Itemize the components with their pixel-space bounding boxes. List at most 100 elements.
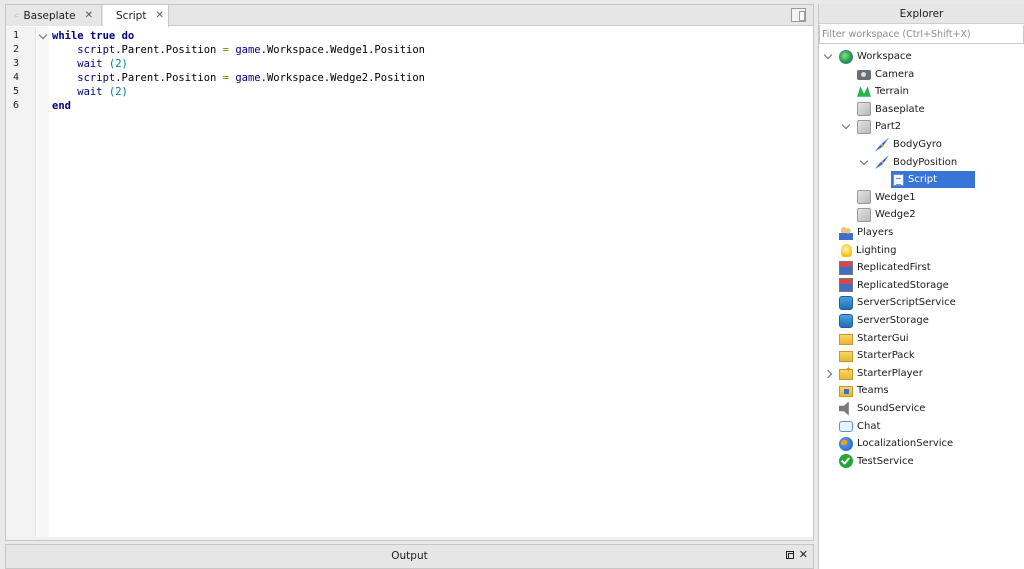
explorer-item-workspace[interactable]: Workspace bbox=[837, 48, 912, 65]
chevron-down-icon[interactable] bbox=[859, 156, 869, 165]
undock-icon[interactable] bbox=[786, 551, 794, 559]
scripticon-icon bbox=[893, 173, 904, 186]
explorer-item-bodyposition[interactable]: BodyPosition bbox=[873, 154, 957, 171]
explorer-title: Explorer bbox=[819, 4, 1024, 24]
explorer-item-chat[interactable]: Chat bbox=[837, 418, 880, 435]
close-icon[interactable]: ✕ bbox=[85, 10, 93, 21]
explorer-item-wedge2[interactable]: Wedge2 bbox=[855, 206, 916, 223]
explorer-item-starterplayer[interactable]: StarterPlayer bbox=[837, 365, 923, 382]
explorer-item-localizationservice[interactable]: LocalizationService bbox=[837, 435, 953, 452]
explorer-item-label: Wedge1 bbox=[875, 191, 916, 203]
chevron-right-icon[interactable] bbox=[823, 369, 833, 379]
explorer-item-bodygyro[interactable]: BodyGyro bbox=[873, 136, 942, 153]
rocket-icon bbox=[875, 137, 889, 152]
explorer-item-label: TestService bbox=[857, 455, 914, 467]
folder-star-icon bbox=[839, 365, 853, 380]
fold-column bbox=[37, 27, 49, 540]
restore-window-icon[interactable] bbox=[791, 8, 806, 22]
code-line[interactable]: wait (2) bbox=[52, 85, 128, 99]
code-token: end bbox=[52, 100, 71, 112]
explorer-item-label: ReplicatedStorage bbox=[857, 279, 949, 291]
part-icon bbox=[857, 119, 871, 134]
tab-label: Script bbox=[116, 10, 147, 22]
rocket-icon bbox=[875, 155, 889, 170]
explorer-item-label: Terrain bbox=[875, 86, 909, 98]
explorer-item-label: Script bbox=[908, 174, 938, 186]
code-token: .Parent.Position bbox=[115, 72, 223, 84]
explorer-panel: Explorer Workspace Camera Terrain Baseplate… bbox=[818, 4, 1024, 569]
code-line[interactable]: script.Parent.Position = game.Workspace.… bbox=[52, 71, 425, 85]
close-icon[interactable]: ✕ bbox=[799, 548, 808, 561]
explorer-item-label: Part2 bbox=[875, 121, 902, 133]
explorer-item-serverstorage[interactable]: ServerStorage bbox=[837, 312, 929, 329]
code-token: (2) bbox=[108, 86, 128, 98]
code-token: (2) bbox=[108, 58, 128, 70]
chevron-down-icon[interactable] bbox=[841, 121, 851, 130]
explorer-item-players[interactable]: Players bbox=[837, 224, 893, 241]
explorer-item-label: SoundService bbox=[857, 403, 926, 414]
explorer-item-lighting[interactable]: Lighting bbox=[837, 242, 896, 259]
code-line[interactable]: script.Parent.Position = game.Workspace.… bbox=[52, 43, 425, 57]
explorer-item-label: StarterPack bbox=[857, 350, 915, 362]
explorer-item-label: ServerScriptService bbox=[857, 297, 956, 309]
code-line[interactable]: wait (2) bbox=[52, 57, 128, 71]
part-icon bbox=[857, 190, 871, 205]
code-token: while bbox=[52, 30, 84, 42]
replicated-icon bbox=[839, 260, 853, 275]
teams-icon bbox=[839, 386, 853, 398]
line-number: 2 bbox=[13, 44, 20, 55]
cloud-icon bbox=[15, 14, 19, 17]
explorer-item-label: BodyGyro bbox=[893, 139, 942, 150]
explorer-item-label: Baseplate bbox=[875, 103, 925, 115]
explorer-item-startergui[interactable]: StarterGui bbox=[837, 330, 909, 347]
explorer-item-script[interactable]: Script bbox=[891, 171, 976, 189]
code-token: true bbox=[89, 30, 116, 42]
globe-icon bbox=[839, 49, 853, 64]
chat-icon bbox=[839, 420, 853, 432]
line-number: 1 bbox=[13, 30, 20, 41]
explorer-item-testservice[interactable]: TestService bbox=[837, 453, 914, 470]
document-tab-bar: Baseplate ✕ Script ✕ bbox=[6, 5, 813, 27]
code-line[interactable]: while true do bbox=[52, 29, 134, 43]
code-line[interactable]: end bbox=[52, 99, 71, 113]
explorer-item-label: ReplicatedFirst bbox=[857, 262, 931, 274]
code-token: game bbox=[235, 72, 261, 84]
explorer-item-starterpack[interactable]: StarterPack bbox=[837, 347, 915, 364]
explorer-item-replicatedfirst[interactable]: ReplicatedFirst bbox=[837, 259, 931, 276]
line-number: 5 bbox=[13, 86, 20, 97]
explorer-item-replicatedstorage[interactable]: ReplicatedStorage bbox=[837, 277, 949, 294]
code-token: .Workspace.Wedge2.Position bbox=[260, 72, 426, 84]
explorer-item-label: LocalizationService bbox=[857, 438, 954, 450]
chevron-down-icon[interactable] bbox=[823, 50, 833, 60]
explorer-item-camera[interactable]: Camera bbox=[855, 66, 914, 83]
explorer-item-label: StarterGui bbox=[857, 332, 909, 344]
part-icon bbox=[857, 207, 871, 222]
explorer-item-soundservice[interactable]: SoundService bbox=[837, 400, 925, 417]
line-number: 4 bbox=[13, 72, 20, 83]
players-icon bbox=[839, 225, 853, 240]
explorer-item-part2[interactable]: Part2 bbox=[855, 118, 901, 135]
folder-icon bbox=[839, 333, 853, 345]
server-icon bbox=[839, 313, 853, 328]
explorer-item-teams[interactable]: Teams bbox=[837, 382, 889, 399]
code-token: .Workspace.Wedge1.Position bbox=[260, 44, 426, 56]
explorer-item-label: Wedge2 bbox=[875, 209, 916, 221]
explorer-item-label: Teams bbox=[857, 385, 889, 397]
replicated-icon bbox=[839, 278, 853, 293]
code-token: script bbox=[52, 72, 116, 84]
close-icon[interactable]: ✕ bbox=[155, 11, 163, 21]
code-token: do bbox=[121, 30, 135, 42]
explorer-item-label: Lighting bbox=[856, 244, 897, 256]
explorer-item-wedge1[interactable]: Wedge1 bbox=[855, 189, 916, 206]
tab-script[interactable]: Script ✕ bbox=[103, 5, 169, 27]
explorer-filter-input[interactable] bbox=[819, 25, 1024, 44]
explorer-item-terrain[interactable]: Terrain bbox=[855, 83, 909, 100]
tab-baseplate[interactable]: Baseplate ✕ bbox=[6, 5, 102, 26]
speaker-icon bbox=[839, 401, 849, 416]
script-editor-pane: Baseplate ✕ Script ✕ 1 2 3 4 5 6 while true d… bbox=[5, 4, 814, 541]
explorer-item-baseplate[interactable]: Baseplate bbox=[855, 101, 925, 118]
explorer-item-serverscriptservice[interactable]: ServerScriptService bbox=[837, 294, 956, 311]
terrain-icon bbox=[857, 86, 871, 97]
folder-icon bbox=[839, 351, 853, 363]
line-number: 6 bbox=[13, 100, 20, 111]
